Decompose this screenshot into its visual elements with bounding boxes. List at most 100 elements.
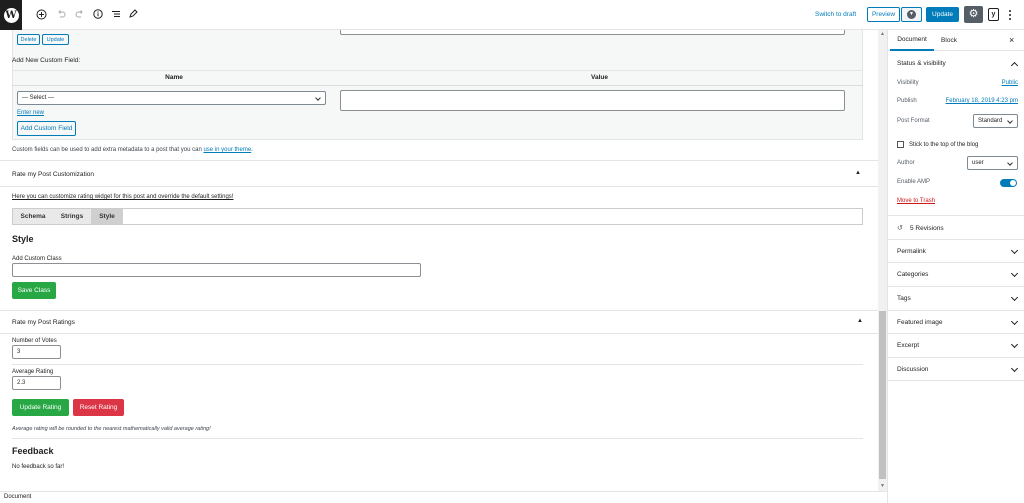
preview-dropdown-button[interactable]: ▼ (901, 7, 922, 22)
collapse-arrow-icon[interactable]: ▲ (855, 170, 861, 176)
visibility-value[interactable]: Public (1002, 80, 1018, 86)
add-custom-field-button[interactable]: Add Custom Field (17, 121, 76, 136)
add-block-icon[interactable] (35, 8, 47, 20)
tab-style[interactable]: Style (91, 209, 123, 224)
tab-strings[interactable]: Strings (53, 209, 91, 224)
sticky-checkbox[interactable] (897, 141, 904, 148)
edit-pencil-icon[interactable] (127, 8, 139, 20)
panel-discussion[interactable]: Discussion (888, 358, 1024, 381)
panel-title-excerpt[interactable]: Excerpt (897, 342, 919, 349)
enter-new-link[interactable]: Enter new (17, 110, 44, 116)
chevron-down-icon[interactable] (1010, 317, 1019, 326)
panel-title-tags[interactable]: Tags (897, 295, 911, 302)
wordpress-logo-icon[interactable]: W (0, 0, 22, 30)
tab-schema[interactable]: Schema (13, 209, 53, 224)
panel-title-featured-image[interactable]: Featured image (897, 319, 943, 326)
save-class-button[interactable]: Save Class (12, 282, 56, 299)
scroll-up-icon[interactable]: ▲ (880, 31, 885, 37)
move-to-trash-link[interactable]: Move to Trash (897, 198, 935, 204)
panel-title-status[interactable]: Status & visibility (897, 60, 946, 67)
use-in-theme-link[interactable]: use in your theme (203, 147, 251, 153)
revisions-icon: ↺ (897, 225, 903, 232)
more-options-icon[interactable] (1008, 9, 1012, 21)
chevron-down-icon[interactable] (1010, 246, 1019, 255)
chevron-down-icon[interactable] (1010, 269, 1019, 278)
average-rating-input[interactable]: 2.3 (12, 376, 61, 390)
panel-categories[interactable]: Categories (888, 263, 1024, 287)
panel-permalink[interactable]: Permalink (888, 240, 1024, 263)
panel-tags[interactable]: Tags (888, 287, 1024, 311)
custom-class-label: Add Custom Class (12, 256, 62, 262)
chevron-down-icon[interactable] (1010, 340, 1019, 349)
panel-title-discussion[interactable]: Discussion (897, 366, 928, 373)
divider (0, 186, 878, 187)
update-field-button[interactable]: Update (42, 34, 69, 45)
info-icon[interactable] (92, 8, 104, 20)
switch-to-draft-button[interactable]: Switch to draft (815, 11, 856, 18)
tab-block[interactable]: Block (936, 30, 962, 51)
custom-field-value-textarea[interactable] (340, 90, 845, 111)
publish-date[interactable]: February 18, 2019 4:23 pm (946, 98, 1018, 104)
visibility-label: Visibility (897, 80, 919, 86)
publish-label: Publish (897, 98, 917, 104)
update-rating-button[interactable]: Update Rating (12, 399, 69, 416)
panel-title-permalink[interactable]: Permalink (897, 248, 926, 255)
divider (12, 364, 863, 365)
amp-label: Enable AMP (897, 179, 931, 185)
customize-intro-link[interactable]: Here you can customize rating widget for… (12, 194, 233, 200)
column-header-name: Name (165, 74, 183, 81)
update-button[interactable]: Update (926, 7, 959, 22)
external-preview-icon: ▼ (907, 10, 916, 19)
redo-icon[interactable] (74, 8, 86, 20)
scrollbar-thumb[interactable] (879, 311, 886, 479)
custom-field-select[interactable]: — Select — (17, 91, 326, 105)
existing-field-value[interactable] (340, 30, 845, 35)
gear-icon: ⚙ (968, 8, 979, 20)
rmp-ratings-title: Rate my Post Ratings (12, 319, 75, 326)
delete-field-button[interactable]: Delete (17, 34, 40, 45)
style-heading: Style (12, 234, 34, 244)
rmp-customization-title: Rate my Post Customization (12, 171, 95, 178)
panel-excerpt[interactable]: Excerpt (888, 334, 1024, 358)
list-view-icon[interactable] (110, 8, 122, 20)
settings-sidebar: Document Block × Status & visibility Vis… (887, 30, 1024, 503)
author-value: user (972, 160, 984, 166)
reset-rating-button[interactable]: Reset Rating (73, 399, 124, 416)
preview-button[interactable]: Preview (867, 7, 900, 22)
revisions-link[interactable]: 5 Revisions (910, 225, 944, 232)
feedback-text: No feedback so far! (12, 464, 65, 470)
chevron-down-icon[interactable] (1010, 293, 1019, 302)
divider (0, 160, 878, 161)
editor-scrollbar[interactable]: ▲ ▼ (878, 30, 887, 491)
add-new-custom-field-heading: Add New Custom Field: (12, 57, 81, 64)
panel-title-categories[interactable]: Categories (897, 271, 928, 278)
rmp-tabs: Schema Strings Style (12, 208, 863, 225)
editor-header: W Switch to draft Preview ▼ Update ⚙ y (0, 0, 1024, 30)
chevron-up-icon[interactable] (1010, 61, 1019, 70)
settings-button[interactable]: ⚙ (964, 6, 983, 23)
amp-toggle[interactable] (1000, 179, 1017, 187)
undo-icon[interactable] (55, 8, 67, 20)
sticky-label: Stick to the top of the blog (909, 142, 979, 148)
scroll-down-icon[interactable]: ▼ (880, 483, 885, 489)
breadcrumb[interactable]: Document (4, 494, 31, 500)
post-format-label: Post Format (897, 118, 930, 124)
close-icon[interactable]: × (1009, 35, 1014, 45)
votes-input[interactable]: 3 (12, 345, 61, 359)
custom-class-input[interactable] (12, 263, 421, 277)
post-format-select[interactable]: Standard (973, 114, 1018, 128)
chevron-down-icon (1007, 118, 1013, 124)
panel-featured-image[interactable]: Featured image (888, 311, 1024, 334)
tab-document[interactable]: Document (890, 30, 934, 51)
revisions-panel[interactable]: ↺ 5 Revisions (888, 216, 1024, 240)
rating-note: Average rating will be rounded to the ne… (12, 426, 211, 432)
status-visibility-panel: Status & visibility Visibility Public Pu… (888, 52, 1024, 216)
sidebar-tabs: Document Block × (888, 30, 1024, 51)
chevron-down-icon[interactable] (1010, 364, 1019, 373)
divider (0, 310, 878, 311)
author-select[interactable]: user (967, 156, 1018, 170)
average-rating-label: Average Rating (12, 369, 54, 375)
votes-label: Number of Votes (12, 338, 57, 344)
collapse-arrow-icon[interactable]: ▲ (857, 318, 863, 324)
yoast-icon[interactable]: y (988, 8, 999, 21)
